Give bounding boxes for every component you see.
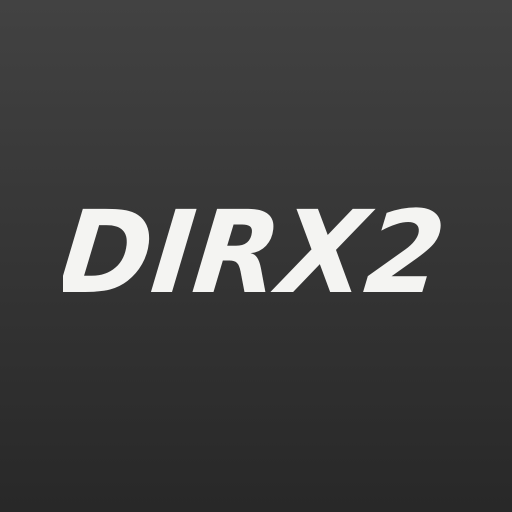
logo-wordmark: DIRX2 (63, 196, 451, 306)
app-icon: DIRX2 (0, 0, 512, 512)
logo-text: DIRX2 (63, 196, 451, 306)
